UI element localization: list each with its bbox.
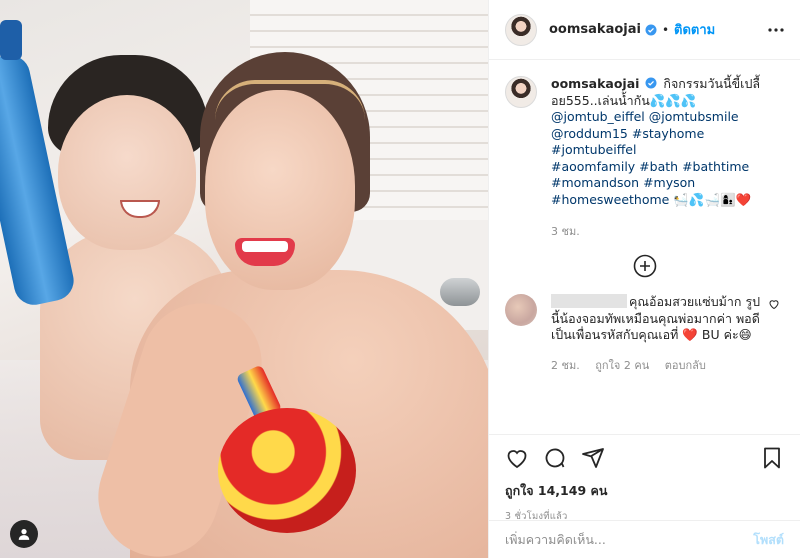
post-side-panel: oomsakaojai • ติดตาม oomsakaojai กิจกรรม… bbox=[488, 0, 800, 558]
comment-body-tail: BU ค่ะ😄 bbox=[697, 327, 752, 342]
caption-mention[interactable]: @jomtubsmile bbox=[649, 109, 739, 124]
comments-list[interactable]: oomsakaojai กิจกรรมวันนี้ขี้เปลื้อย555..… bbox=[489, 60, 800, 434]
add-comment-bar: เพิ่มความคิดเห็น... โพสต์ bbox=[489, 520, 800, 558]
comment-item: คุณอ้อมสวยแซ่บม้าก รูปนี้น้องจอมทัพเหมือ… bbox=[505, 294, 784, 374]
comment-meta: 2 ชม. ถูกใจ 2 คน ตอบกลับ bbox=[551, 356, 761, 374]
post-photo[interactable] bbox=[0, 0, 488, 558]
likes-count[interactable]: ถูกใจ 14,149 คน bbox=[505, 481, 784, 501]
comment-likes[interactable]: ถูกใจ 2 คน bbox=[595, 359, 649, 372]
comment-username-redacted[interactable] bbox=[551, 294, 627, 308]
comment-bubble-icon[interactable] bbox=[543, 446, 567, 470]
more-options-icon[interactable] bbox=[766, 20, 786, 40]
verified-badge-icon bbox=[645, 24, 657, 35]
bookmark-icon[interactable] bbox=[760, 446, 784, 470]
caption-hashtag[interactable]: #homesweethome bbox=[551, 192, 669, 207]
caption-mention[interactable]: @jomtub_eiffel bbox=[551, 109, 645, 124]
caption-emoji: 🛀💦🛁👩‍👦❤️ bbox=[673, 191, 752, 207]
caption: oomsakaojai กิจกรรมวันนี้ขี้เปลื้อย555..… bbox=[505, 76, 784, 240]
caption-username[interactable]: oomsakaojai bbox=[551, 76, 639, 91]
post-modal: oomsakaojai • ติดตาม oomsakaojai กิจกรรม… bbox=[0, 0, 800, 558]
action-bar bbox=[505, 441, 784, 475]
plus-circle-icon[interactable] bbox=[633, 254, 657, 278]
verified-badge-icon bbox=[645, 77, 657, 89]
heart-emoji: ❤️ bbox=[682, 327, 698, 342]
tagged-users-icon[interactable] bbox=[10, 520, 38, 548]
caption-mention[interactable]: @roddum15 bbox=[551, 126, 628, 141]
caption-avatar[interactable] bbox=[505, 76, 537, 108]
blue-toy-top bbox=[0, 20, 22, 60]
caption-text: oomsakaojai กิจกรรมวันนี้ขี้เปลื้อย555..… bbox=[551, 76, 776, 208]
faucet bbox=[440, 278, 480, 306]
post-actions: ถูกใจ 14,149 คน 3 ชั่วโมงที่แล้ว bbox=[489, 434, 800, 522]
comment-like-heart-icon[interactable] bbox=[768, 298, 780, 310]
reply-button[interactable]: ตอบกลับ bbox=[665, 359, 706, 372]
comment-avatar[interactable] bbox=[505, 294, 537, 326]
soccer-ball bbox=[218, 408, 356, 533]
caption-hashtag[interactable]: #momandson bbox=[551, 175, 639, 190]
share-paper-plane-icon[interactable] bbox=[581, 446, 605, 470]
caption-hashtag[interactable]: #myson bbox=[643, 175, 695, 190]
avatar[interactable] bbox=[505, 13, 537, 46]
separator-dot: • bbox=[661, 22, 670, 37]
caption-hashtag[interactable]: #aoomfamily bbox=[551, 159, 635, 174]
comment-input[interactable]: เพิ่มความคิดเห็น... bbox=[505, 530, 753, 550]
post-comment-button[interactable]: โพสต์ bbox=[753, 530, 784, 550]
follow-button[interactable]: ติดตาม bbox=[674, 19, 715, 40]
header-username[interactable]: oomsakaojai bbox=[549, 22, 641, 37]
child-face bbox=[58, 95, 196, 250]
caption-hashtag[interactable]: #bathtime bbox=[682, 159, 749, 174]
caption-hashtag[interactable]: #stayhome bbox=[632, 126, 704, 141]
mother-teeth bbox=[242, 241, 288, 252]
caption-age: 3 ชม. bbox=[551, 225, 580, 238]
post-header: oomsakaojai • ติดตาม bbox=[489, 0, 800, 60]
comment-age: 2 ชม. bbox=[551, 358, 580, 372]
mother-headband bbox=[215, 80, 365, 120]
comment-text: คุณอ้อมสวยแซ่บม้าก รูปนี้น้องจอมทัพเหมือ… bbox=[551, 294, 761, 344]
caption-hashtag[interactable]: #bath bbox=[639, 159, 678, 174]
load-more-comments[interactable] bbox=[505, 254, 784, 278]
caption-hashtag[interactable]: #jomtubeiffel bbox=[551, 142, 636, 157]
like-heart-icon[interactable] bbox=[505, 446, 529, 470]
